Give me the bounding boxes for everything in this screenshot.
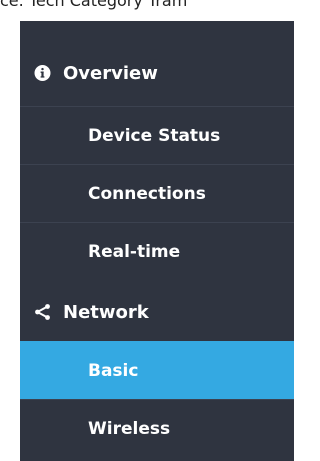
nav-group-overview[interactable]: Overview <box>20 44 294 102</box>
sidebar-item-label: Basic <box>88 360 139 381</box>
sidebar-item-wireless[interactable]: Wireless <box>20 399 294 457</box>
sidebar-item-label: Wireless <box>88 418 171 439</box>
partial-heading-text: ce. Tech Category Tram <box>0 0 188 10</box>
nav-group-label: Network <box>63 301 149 323</box>
nav-group-network[interactable]: Network <box>20 283 294 341</box>
page: ce. Tech Category Tram Overview Device S… <box>0 0 294 461</box>
info-circle-icon <box>34 65 51 82</box>
sidebar-item-connections[interactable]: Connections <box>20 164 294 222</box>
nav-group-label: Overview <box>63 62 158 84</box>
share-icon <box>34 304 51 321</box>
sidebar-item-real-time[interactable]: Real-time <box>20 222 294 280</box>
sidebar-item-label: Real-time <box>88 241 181 262</box>
sidebar-item-label: Connections <box>88 183 206 204</box>
sidebar-item-device-status[interactable]: Device Status <box>20 106 294 164</box>
sidebar-nav: Overview Device Status Connections Real-… <box>20 21 294 461</box>
sidebar-item-label: Device Status <box>88 125 221 146</box>
sidebar-item-basic[interactable]: Basic <box>20 341 294 399</box>
